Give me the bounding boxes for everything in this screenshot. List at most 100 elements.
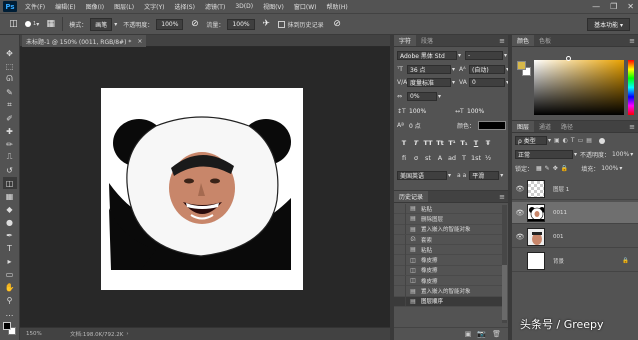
color-picker-cursor[interactable] xyxy=(566,56,571,61)
opacity-input[interactable]: 100% xyxy=(156,18,184,30)
ordinals-button[interactable]: 1st xyxy=(471,153,481,162)
gradient-tool-icon[interactable]: ▦ xyxy=(3,190,17,202)
swash-button[interactable]: A xyxy=(435,153,445,162)
tab-swatches[interactable]: 色板 xyxy=(534,35,556,46)
eraser-tool-icon[interactable]: ◫ xyxy=(8,19,19,30)
kerning-input[interactable]: 度量标准 xyxy=(407,78,451,87)
stamp-tool-icon[interactable]: ⎍ xyxy=(3,151,17,163)
move-tool-icon[interactable]: ✥ xyxy=(3,47,17,59)
history-brush-source-toggle[interactable] xyxy=(396,265,406,276)
eraser-tool-icon[interactable]: ◫ xyxy=(2,177,17,189)
history-brush-source-toggle[interactable] xyxy=(396,234,406,245)
history-panel-menu-icon[interactable]: ≡ xyxy=(499,193,505,201)
proportional-spacing-input[interactable]: 0% xyxy=(407,92,437,101)
color-panel-menu-icon[interactable]: ≡ xyxy=(629,37,635,45)
menu-layer[interactable]: 图层(L) xyxy=(109,2,139,11)
document-tab[interactable]: 未标题-1 @ 150% (0011, RGB/8#) * × xyxy=(22,35,147,47)
small-caps-button[interactable]: Tt xyxy=(435,138,445,147)
fill-input[interactable]: 100% xyxy=(601,165,618,172)
faux-italic-button[interactable]: T xyxy=(411,138,421,147)
history-scrollbar[interactable] xyxy=(502,205,507,323)
panel-menu-icon[interactable]: ≡ xyxy=(499,37,505,45)
crop-tool-icon[interactable]: ⌗ xyxy=(3,99,17,111)
zoom-tool-icon[interactable]: ⚲ xyxy=(3,294,17,306)
history-state-row[interactable]: ▤ 粘贴 xyxy=(394,244,503,256)
visibility-eye-icon[interactable]: 👁 xyxy=(515,185,525,193)
menu-help[interactable]: 帮助(H) xyxy=(322,2,353,11)
antialias-select[interactable]: 平滑 xyxy=(469,171,500,180)
layer-row[interactable]: 👁 001 xyxy=(512,226,638,248)
layer-opacity-input[interactable]: 100% xyxy=(612,151,629,158)
history-scrollbar-thumb[interactable] xyxy=(502,265,507,320)
history-brush-source-toggle[interactable] xyxy=(396,286,406,297)
quick-select-tool-icon[interactable]: ✎ xyxy=(3,86,17,98)
tab-paths[interactable]: 路径 xyxy=(556,121,578,132)
tracking-input[interactable]: 0 xyxy=(469,78,506,87)
status-menu-arrow-icon[interactable]: › xyxy=(126,331,128,337)
brush-preset-picker[interactable]: 1 ▾ xyxy=(25,21,39,28)
history-brush-source-toggle[interactable] xyxy=(396,255,406,266)
layer-name[interactable]: 背景 xyxy=(553,257,564,265)
menu-filter[interactable]: 滤镜(T) xyxy=(200,2,230,11)
blur-tool-icon[interactable]: ◆ xyxy=(3,203,17,215)
restore-button[interactable]: ❐ xyxy=(610,2,617,11)
leading-input[interactable]: (自动) xyxy=(469,65,506,74)
baseline-shift-input[interactable]: 0 点 xyxy=(407,121,451,130)
document-info[interactable]: 文档:198.0K/792.2K xyxy=(70,330,123,338)
history-state-row[interactable]: ▤ 删除图层 xyxy=(394,213,503,225)
blend-mode-select[interactable]: 正常 xyxy=(515,150,573,159)
hue-slider[interactable] xyxy=(628,60,634,115)
layer-name[interactable]: 001 xyxy=(553,234,564,240)
tab-history[interactable]: 历史记录 xyxy=(394,191,429,202)
path-select-tool-icon[interactable]: ▸ xyxy=(3,255,17,267)
layer-filter-select[interactable]: ρ 类型 xyxy=(515,136,547,145)
airbrush-icon[interactable]: ✈ xyxy=(261,19,272,30)
history-state-row[interactable]: ᘏ 套索 xyxy=(394,234,503,246)
history-brush-tool-icon[interactable]: ↺ xyxy=(3,164,17,176)
tab-character[interactable]: 字符 xyxy=(394,35,417,46)
history-brush-source-toggle[interactable] xyxy=(396,213,406,224)
history-brush-source-toggle[interactable] xyxy=(396,203,406,214)
fractions-button[interactable]: ½ xyxy=(483,153,493,162)
underline-button[interactable]: T xyxy=(471,138,481,147)
create-snapshot-icon[interactable]: 📷 xyxy=(477,330,486,338)
layer-row[interactable]: 👁 0011 xyxy=(512,202,638,224)
layers-panel-menu-icon[interactable]: ≡ xyxy=(629,123,635,131)
lasso-tool-icon[interactable]: ᘏ xyxy=(3,73,17,85)
layer-row[interactable]: 👁 图层 1 xyxy=(512,178,638,200)
pressure-opacity-icon[interactable]: ⊘ xyxy=(189,19,200,30)
canvas-area[interactable] xyxy=(20,47,390,327)
history-state-row[interactable]: ▤ 图层顺序 xyxy=(394,296,503,307)
document-canvas[interactable] xyxy=(101,88,303,290)
ligatures-button[interactable]: fi xyxy=(399,153,409,162)
foreground-color-swatch[interactable] xyxy=(3,322,11,330)
subscript-button[interactable]: T₁ xyxy=(459,138,469,147)
menu-image[interactable]: 图像(I) xyxy=(81,2,109,11)
mode-select[interactable]: 画笔 xyxy=(90,17,113,31)
tab-color[interactable]: 颜色 xyxy=(512,35,535,46)
faux-bold-button[interactable]: T xyxy=(399,138,409,147)
hand-tool-icon[interactable]: ✋ xyxy=(3,281,17,293)
dodge-tool-icon[interactable]: ● xyxy=(3,216,17,228)
history-brush-source-toggle[interactable] xyxy=(396,275,406,286)
tab-channels[interactable]: 通道 xyxy=(534,121,556,132)
pressure-size-icon[interactable]: ⊘ xyxy=(332,19,343,30)
eyedropper-tool-icon[interactable]: ✐ xyxy=(3,112,17,124)
contextual-alternates-button[interactable]: σ xyxy=(411,153,421,162)
close-tab-icon[interactable]: × xyxy=(137,38,142,45)
history-state-row[interactable]: ◫ 橡皮擦 xyxy=(394,265,503,277)
menu-view[interactable]: 视图(V) xyxy=(258,2,289,11)
stylistic-alternates-button[interactable]: ad xyxy=(447,153,457,162)
menu-edit[interactable]: 编辑(E) xyxy=(50,2,80,11)
new-document-from-state-icon[interactable]: ▣ xyxy=(465,330,472,338)
erase-to-history-checkbox[interactable]: 抹到历史记录 xyxy=(277,20,324,29)
all-caps-button[interactable]: TT xyxy=(423,138,433,147)
vertical-scale-input[interactable]: 100% xyxy=(407,107,451,116)
history-brush-source-toggle[interactable] xyxy=(396,224,406,235)
layer-name[interactable]: 图层 1 xyxy=(553,185,569,193)
font-size-input[interactable]: 36 点 xyxy=(407,65,451,74)
workspace-select[interactable]: 基本功能 ▾ xyxy=(587,18,630,31)
close-button[interactable]: ✕ xyxy=(627,2,634,11)
history-state-row[interactable]: ▤ 置入嵌入的智能对象 xyxy=(394,224,503,235)
more-tool-icon[interactable]: … xyxy=(3,307,17,319)
